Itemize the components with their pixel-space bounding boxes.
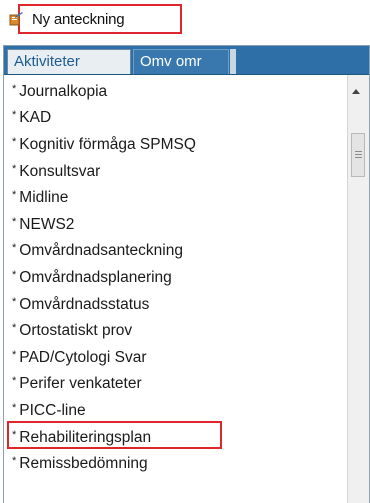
list-item[interactable]: * PICC-line xyxy=(12,396,86,420)
highlight-box xyxy=(7,421,222,449)
new-note-icon xyxy=(9,12,23,26)
list-item[interactable]: * Omvårdnadsplanering xyxy=(12,263,172,287)
scroll-up-arrow-icon[interactable] xyxy=(352,89,360,94)
activity-list: * Journalkopia * KAD * Kognitiv förmåga SPM… xyxy=(4,75,347,503)
list-item[interactable]: * KAD xyxy=(12,103,51,127)
list-item[interactable]: * Ortostatiskt prov xyxy=(12,316,132,340)
list-scrollbar[interactable] xyxy=(347,75,369,503)
list-item[interactable]: * Perifer venkateter xyxy=(12,369,142,393)
new-note-button[interactable]: Ny anteckning xyxy=(9,4,182,34)
list-item[interactable]: * Midline xyxy=(12,183,68,207)
tab-omv-omr[interactable]: Omv omr xyxy=(133,49,229,74)
list-item[interactable]: * Konsultsvar xyxy=(12,157,100,181)
tab-strip-filler xyxy=(230,49,236,74)
scroll-thumb[interactable] xyxy=(351,133,365,177)
list-item[interactable]: * Omvårdnadsanteckning xyxy=(12,236,183,260)
list-item[interactable]: * Omvårdnadsstatus xyxy=(12,290,149,314)
list-item[interactable]: * Remissbedömning xyxy=(12,449,148,473)
tab-aktiviteter[interactable]: Aktiviteter xyxy=(7,49,131,74)
list-item[interactable]: * NEWS2 xyxy=(12,210,74,234)
new-note-label: Ny anteckning xyxy=(32,10,125,28)
tab-strip: Aktiviteter Omv omr xyxy=(4,46,369,75)
list-item[interactable]: * PAD/Cytologi Svar xyxy=(12,343,146,367)
list-item[interactable]: * Kognitiv förmåga SPMSQ xyxy=(12,130,196,154)
activity-panel: Aktiviteter Omv omr * Journalkopia * KAD *… xyxy=(3,45,370,503)
list-item[interactable]: * Journalkopia xyxy=(12,77,107,101)
